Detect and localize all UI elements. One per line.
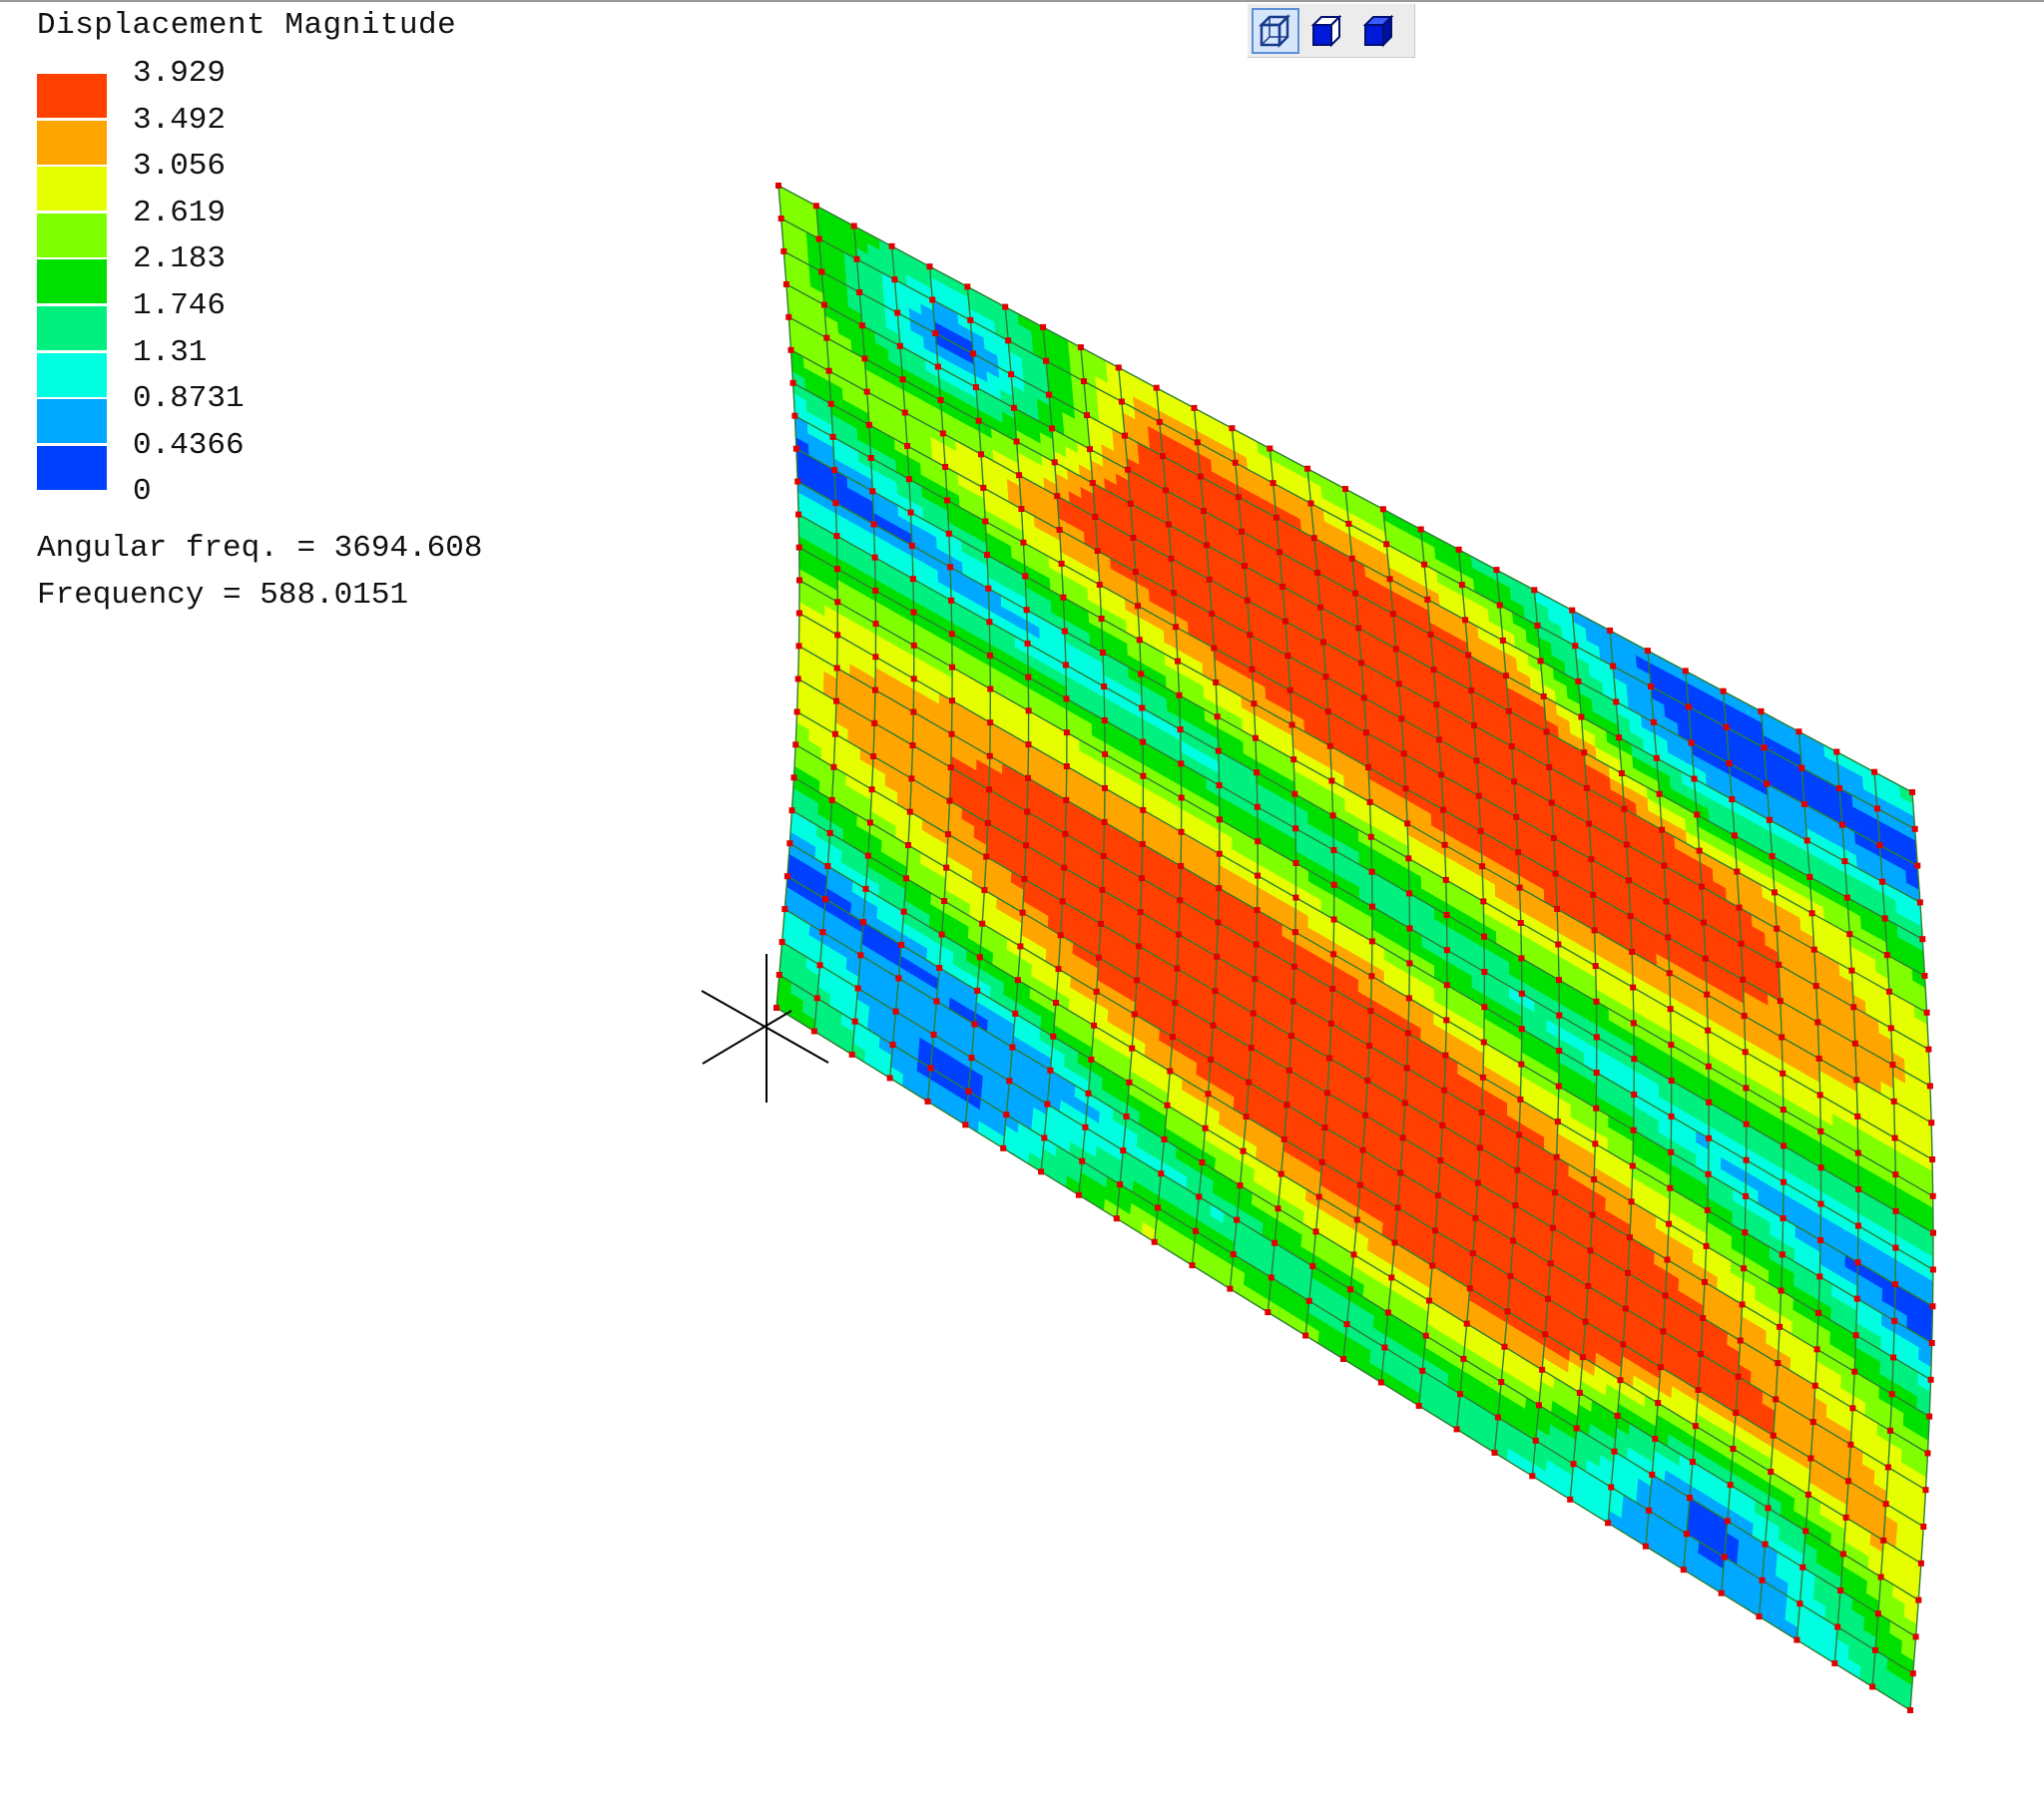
displacement-contour <box>775 185 1934 1711</box>
graphics-viewport[interactable]: Displacement Magnitude 3.929 3.492 3.056… <box>0 0 2044 1803</box>
mode-shape-plot <box>701 183 1936 1713</box>
